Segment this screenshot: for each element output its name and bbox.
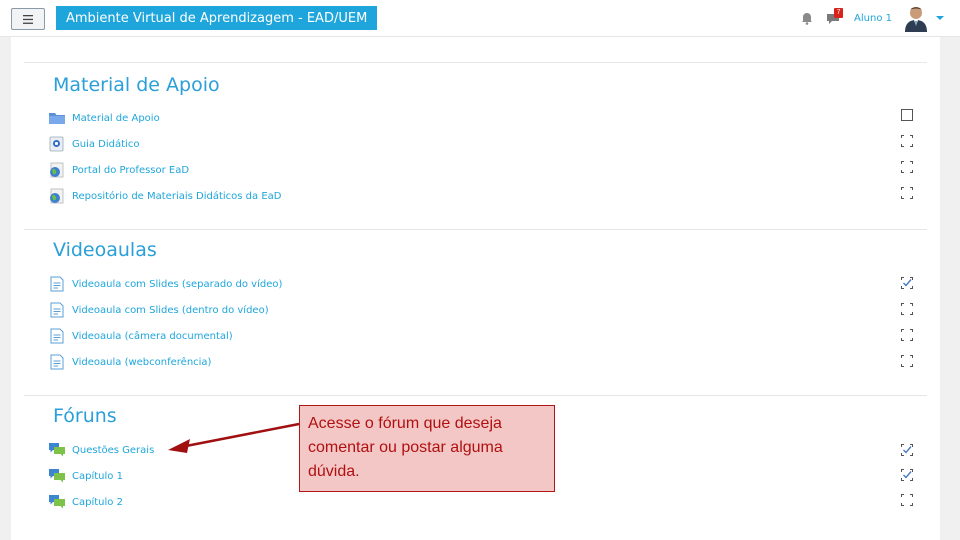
activity-guia-didatico[interactable]: Guia Didático (48, 135, 139, 153)
callout-text-line: dúvida. (308, 463, 360, 480)
forum-icon (49, 469, 65, 483)
section-divider (24, 62, 927, 63)
section-material-de-apoio: Material de Apoio Material de Apoio Guia… (24, 73, 927, 230)
section-divider (24, 395, 927, 396)
url-globe-icon (50, 162, 64, 178)
page-icon (50, 354, 64, 370)
activity-label[interactable]: Portal do Professor EaD (72, 165, 189, 176)
activity-label[interactable]: Capítulo 1 (72, 471, 123, 482)
activity-material-de-apoio[interactable]: Material de Apoio (48, 109, 160, 127)
site-title-link[interactable]: Ambiente Virtual de Aprendizagem - EAD/U… (56, 6, 378, 30)
completion-checkbox (901, 161, 913, 173)
activity-videoaula-separado[interactable]: Videoaula com Slides (separado do vídeo) (48, 275, 282, 293)
section-title: Material de Apoio (53, 74, 220, 96)
activity-videoaula-camera[interactable]: Videoaula (câmera documental) (48, 327, 233, 345)
page-icon (50, 276, 64, 292)
activity-label[interactable]: Videoaula (câmera documental) (72, 331, 233, 342)
activity-portal-do-professor[interactable]: Portal do Professor EaD (48, 161, 189, 179)
activity-videoaula-dentro[interactable]: Videoaula com Slides (dentro do vídeo) (48, 301, 269, 319)
caret-down-icon[interactable] (936, 15, 944, 21)
activity-label[interactable]: Questões Gerais (72, 445, 154, 456)
callout-text-line: Acesse o fórum que deseja (308, 415, 502, 432)
activity-label[interactable]: Repositório de Materiais Didáticos da Ea… (72, 191, 281, 202)
section-title: Videoaulas (53, 239, 157, 261)
activity-label[interactable]: Material de Apoio (72, 113, 160, 124)
completion-checkbox (901, 444, 913, 456)
instruction-callout: Acesse o fórum que deseja comentar ou po… (299, 405, 555, 492)
file-icon (49, 136, 64, 152)
completion-checkbox (901, 303, 913, 315)
forum-icon (49, 495, 65, 509)
bell-icon[interactable] (800, 11, 814, 25)
activity-questoes-gerais[interactable]: Questões Gerais (48, 441, 154, 459)
section-videoaulas: Videoaulas Videoaula com Slides (separad… (24, 239, 927, 396)
completion-checkbox (901, 277, 913, 289)
completion-checkbox (901, 135, 913, 147)
activity-label[interactable]: Guia Didático (72, 139, 139, 150)
activity-label[interactable]: Videoaula com Slides (separado do vídeo) (72, 279, 282, 290)
activity-videoaula-webconferencia[interactable]: Videoaula (webconferência) (48, 353, 211, 371)
activity-repositorio[interactable]: Repositório de Materiais Didáticos da Ea… (48, 187, 281, 205)
user-name[interactable]: Aluno 1 (854, 13, 892, 24)
activity-capitulo-1[interactable]: Capítulo 1 (48, 467, 123, 485)
messages-count-badge: 7 (834, 8, 844, 18)
completion-checkbox (901, 329, 913, 341)
callout-text-line: comentar ou postar alguma (308, 439, 503, 456)
activity-capitulo-2[interactable]: Capítulo 2 (48, 493, 123, 511)
forum-icon (49, 443, 65, 457)
url-globe-icon (50, 188, 64, 204)
page-icon (50, 302, 64, 318)
page-icon (50, 328, 64, 344)
hamburger-icon (23, 14, 33, 24)
completion-checkbox[interactable] (901, 109, 913, 121)
completion-checkbox (901, 494, 913, 506)
completion-checkbox (901, 355, 913, 367)
activity-label[interactable]: Videoaula com Slides (dentro do vídeo) (72, 305, 269, 316)
completion-checkbox (901, 187, 913, 199)
user-avatar-icon[interactable] (902, 4, 930, 32)
completion-checkbox (901, 469, 913, 481)
messages-button[interactable]: 7 (826, 8, 846, 26)
section-title: Fóruns (53, 405, 117, 427)
section-divider (24, 229, 927, 230)
user-nav: 7 Aluno 1 (800, 4, 944, 32)
hamburger-menu-button[interactable] (11, 8, 45, 30)
top-navbar: Ambiente Virtual de Aprendizagem - EAD/U… (0, 0, 960, 37)
activity-label[interactable]: Capítulo 2 (72, 497, 123, 508)
activity-label[interactable]: Videoaula (webconferência) (72, 357, 211, 368)
folder-icon (49, 113, 65, 124)
